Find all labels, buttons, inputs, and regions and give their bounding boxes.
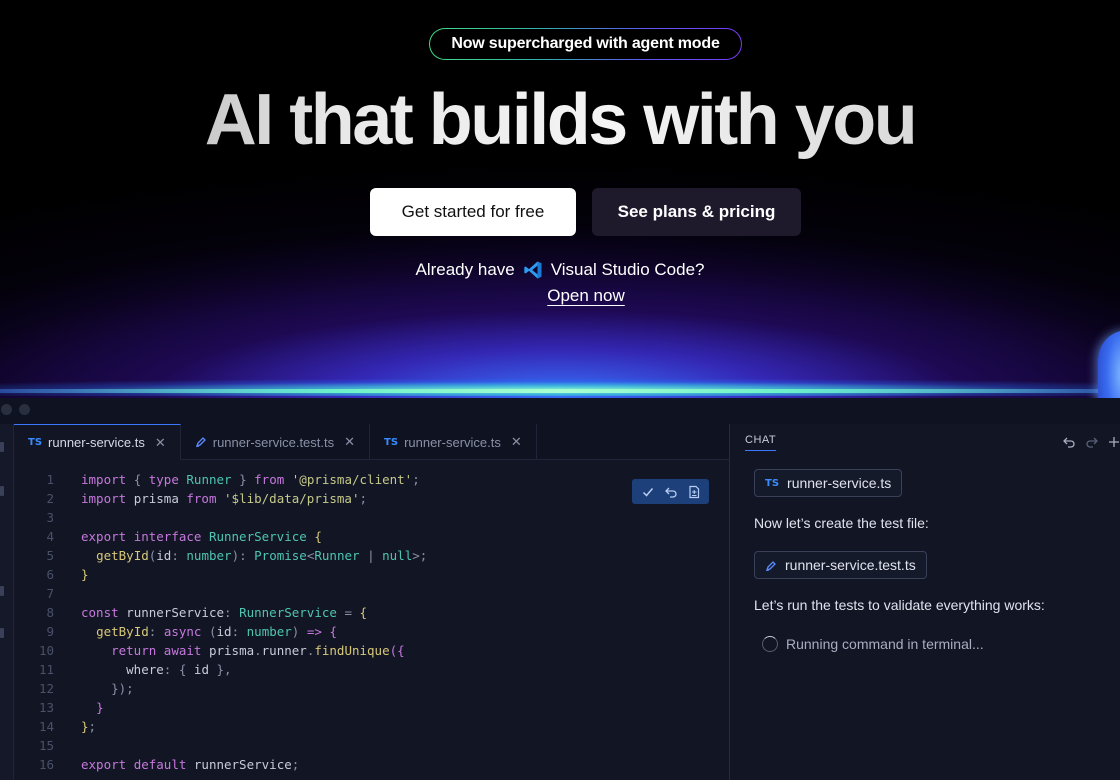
already-have-prefix: Already have <box>415 260 515 279</box>
chat-message: Now let’s create the test file: <box>754 515 929 531</box>
code-line: 6} <box>46 567 89 582</box>
chat-message: Let’s run the tests to validate everythi… <box>754 597 1045 613</box>
chat-header: CHAT <box>730 424 1120 458</box>
open-now-link[interactable]: Open now <box>546 286 626 306</box>
chat-panel: CHAT TS runner-service.ts Now let’s crea… <box>729 424 1120 780</box>
typescript-icon: TS <box>28 437 43 448</box>
close-icon[interactable]: ✕ <box>511 434 522 450</box>
page-title: AI that builds with you <box>0 78 1120 162</box>
horizon-glow <box>0 376 1120 396</box>
copilot-mascot <box>1098 330 1120 398</box>
undo-icon[interactable] <box>1061 434 1077 450</box>
tab-label: runner-service.ts <box>48 435 145 450</box>
editor-tabs: TS runner-service.ts ✕ runner-service.te… <box>14 424 730 460</box>
inline-edit-actions <box>632 479 709 504</box>
new-chat-plus-icon[interactable] <box>1106 434 1120 450</box>
vscode-product-name: Visual Studio Code? <box>550 260 705 279</box>
running-command-status: Running command in terminal... <box>762 636 984 652</box>
code-line: 11 where: { id }, <box>38 662 232 677</box>
activity-bar <box>0 424 14 780</box>
window-dot[interactable] <box>1 404 12 415</box>
hero-section: Now supercharged with agent mode AI that… <box>0 0 1120 398</box>
pen-icon <box>765 559 777 572</box>
tab-runner-service-test[interactable]: runner-service.test.ts ✕ <box>181 424 371 460</box>
tab-label: runner-service.test.ts <box>212 434 335 450</box>
editor-titlebar <box>0 398 1120 424</box>
code-line: 8 const runnerService: RunnerService = { <box>46 605 368 620</box>
extensions-icon[interactable] <box>0 628 4 638</box>
plans-pricing-button[interactable]: See plans & pricing <box>592 188 801 236</box>
horizon-line <box>0 389 1120 393</box>
code-line: 12 }); <box>38 681 134 696</box>
file-chip-runner-service[interactable]: TS runner-service.ts <box>754 469 903 497</box>
code-line: 10 return await prisma.runner.findUnique… <box>38 643 405 658</box>
code-line: 5 getById(id: number): Promise<Runner | … <box>46 548 428 563</box>
code-line: 3 <box>46 510 54 525</box>
already-have-line: Already have Visual Studio Code? <box>0 260 1120 280</box>
code-line: 7 <box>46 586 54 601</box>
accept-check-icon[interactable] <box>640 484 656 500</box>
code-line: 2 import prisma from '$lib/data/prisma'; <box>46 491 368 506</box>
tab-label: runner-service.ts <box>404 434 501 450</box>
code-line: 15 <box>38 738 54 753</box>
code-line: 14}; <box>38 719 97 734</box>
close-icon[interactable]: ✕ <box>344 434 355 450</box>
code-editor[interactable]: 1 import { type Runner } from '@prisma/cl… <box>14 460 730 780</box>
file-chip-runner-service-test[interactable]: runner-service.test.ts <box>754 551 927 579</box>
explorer-icon[interactable] <box>0 442 4 452</box>
pen-icon <box>195 436 207 448</box>
diff-file-icon[interactable] <box>686 484 702 500</box>
file-chip-label: runner-service.ts <box>787 475 892 491</box>
typescript-icon: TS <box>384 436 399 448</box>
redo-icon[interactable] <box>1084 434 1100 450</box>
vscode-logo-icon <box>523 260 543 280</box>
source-control-icon[interactable] <box>0 586 4 596</box>
running-command-label: Running command in terminal... <box>786 636 984 652</box>
code-line: 4 export interface RunnerService { <box>46 529 322 544</box>
badge-label: Now supercharged with agent mode <box>451 35 720 52</box>
tab-runner-service-2[interactable]: TS runner-service.ts ✕ <box>370 424 537 460</box>
typescript-icon: TS <box>765 477 780 489</box>
undo-icon[interactable] <box>663 484 679 500</box>
editor-window: TS runner-service.ts ✕ runner-service.te… <box>0 398 1120 780</box>
close-icon[interactable]: ✕ <box>155 435 166 451</box>
window-dot[interactable] <box>19 404 30 415</box>
code-line: 9 getById: async (id: number) => { <box>46 624 337 639</box>
code-line: 1 import { type Runner } from '@prisma/cl… <box>46 472 420 487</box>
spinner-icon <box>762 636 778 652</box>
agent-mode-badge[interactable]: Now supercharged with agent mode <box>429 28 742 60</box>
tab-chat[interactable]: CHAT <box>745 434 777 451</box>
file-chip-label: runner-service.test.ts <box>785 557 916 573</box>
tab-runner-service[interactable]: TS runner-service.ts ✕ <box>14 424 181 460</box>
code-line: 16 export default runnerService; <box>38 757 300 772</box>
search-icon[interactable] <box>0 486 4 496</box>
code-line: 13 } <box>38 700 104 715</box>
get-started-button[interactable]: Get started for free <box>370 188 576 236</box>
